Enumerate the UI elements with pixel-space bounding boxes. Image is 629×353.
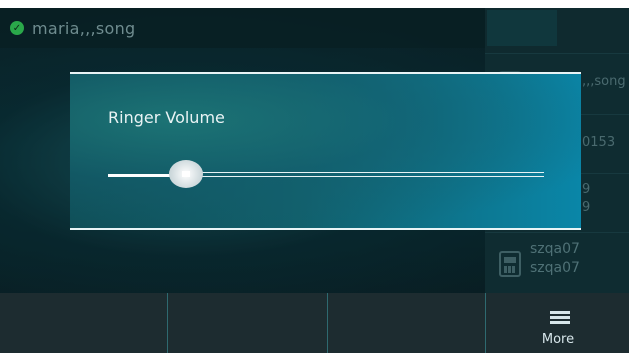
desk-phone-icon bbox=[499, 251, 521, 277]
device-frame-top bbox=[0, 0, 629, 8]
header-bar: ✓ maria,,,song bbox=[0, 8, 485, 48]
presence-available-icon: ✓ bbox=[10, 21, 24, 35]
softkey-1[interactable] bbox=[0, 293, 167, 353]
volume-slider-handle[interactable] bbox=[169, 160, 204, 188]
contact-name: maria,,,song bbox=[32, 18, 136, 38]
dialog-title: Ringer Volume bbox=[108, 108, 225, 127]
line-item-4-line1: szqa07 bbox=[530, 241, 580, 257]
line-item-3-line2: 9 bbox=[582, 200, 591, 215]
ringer-volume-dialog: Ringer Volume bbox=[70, 72, 581, 230]
line-item-1-label: ,,,song bbox=[582, 74, 626, 89]
phone-screen: ✓ maria,,,song ,,,song 0153 9 9 szqa07 s… bbox=[0, 8, 629, 353]
softkey-2[interactable] bbox=[167, 293, 328, 353]
right-panel-tab[interactable] bbox=[487, 10, 557, 46]
softkey-bar: More bbox=[0, 293, 629, 353]
line-item-2-label: 0153 bbox=[582, 135, 616, 150]
more-label: More bbox=[541, 332, 575, 347]
more-softkey[interactable]: More bbox=[485, 293, 629, 353]
line-item-4-line2: szqa07 bbox=[530, 260, 580, 276]
line-item-3-line1: 9 bbox=[582, 182, 591, 197]
menu-list-icon bbox=[550, 311, 570, 325]
softkey-3[interactable] bbox=[327, 293, 486, 353]
volume-slider-track[interactable] bbox=[186, 172, 544, 177]
